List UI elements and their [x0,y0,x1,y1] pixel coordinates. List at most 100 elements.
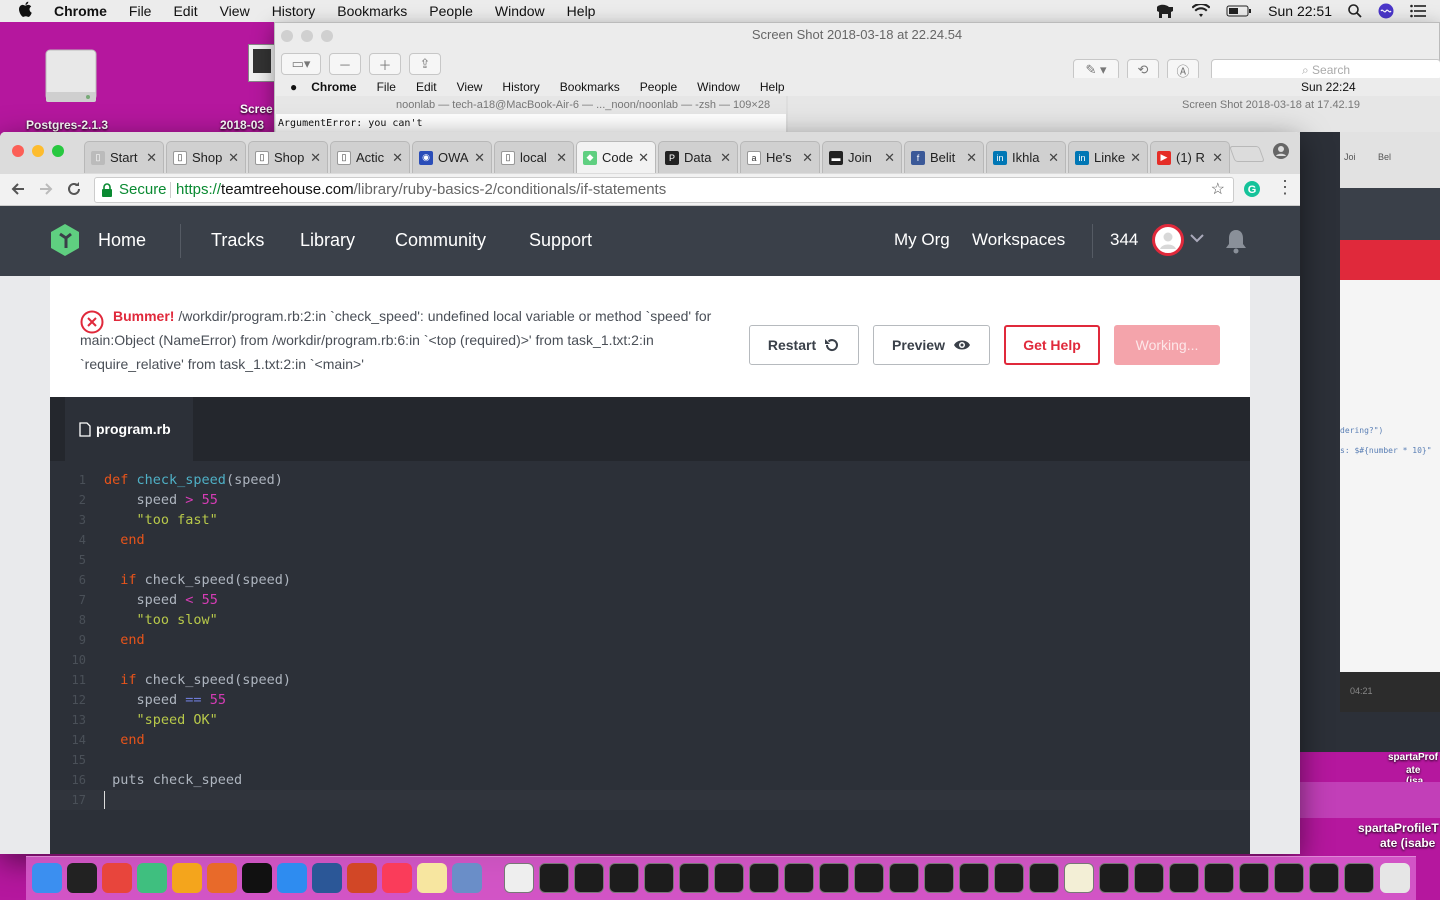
preview-close-button[interactable] [281,30,293,42]
pen-tool-icon[interactable] [207,863,237,893]
nav-home[interactable]: Home [98,230,146,251]
desktop-label-screenshot-1[interactable]: Scree [240,102,273,116]
screenshot-file-icon[interactable] [248,44,276,82]
zoom-out-icon[interactable]: － [329,53,361,75]
browser-tab[interactable]: ▶ (1) R ✕ [1150,141,1230,173]
code-editor[interactable]: program.rb 1 def check_speed(speed) 2 spee… [50,397,1250,854]
browser-tab[interactable]: in Linke ✕ [1068,141,1148,173]
grammarly-icon[interactable]: G [1244,181,1260,197]
code-line[interactable]: 5 [50,550,1250,570]
browser-tab[interactable]: ▯ local ✕ [494,141,574,173]
browser-tab[interactable]: P Data ✕ [658,141,738,173]
browser-tab[interactable]: ◆ Code ✕ [576,141,656,173]
menu-clock[interactable]: Sun 22:51 [1268,3,1332,19]
terminal-icon[interactable] [242,863,272,893]
browser-tab[interactable]: ◉ OWA ✕ [412,141,492,173]
minimize-window-button[interactable] [32,145,44,157]
minimized-window-thumbnail[interactable] [539,863,569,893]
minimized-window-thumbnail[interactable] [784,863,814,893]
new-tab-button[interactable] [1229,146,1265,162]
code-line[interactable]: 13 "speed OK" [50,710,1250,730]
disk-image-icon[interactable] [44,46,98,108]
bookmark-star-icon[interactable]: ☆ [1211,178,1225,202]
minimized-window-thumbnail[interactable] [1344,863,1374,893]
bell-icon[interactable] [1224,228,1248,254]
word-icon[interactable] [312,863,342,893]
menu-app-name[interactable]: Chrome [54,3,107,19]
minimized-window-thumbnail[interactable] [1169,863,1199,893]
tab-close-icon[interactable]: ✕ [146,150,157,166]
siri-icon[interactable] [1378,3,1394,19]
code-line[interactable]: 6 if check_speed(speed) [50,570,1250,590]
tab-close-icon[interactable]: ✕ [966,150,977,166]
get-help-button[interactable]: Get Help [1004,325,1100,365]
minimized-window-thumbnail[interactable] [924,863,954,893]
reload-icon[interactable] [66,181,82,197]
minimized-window-thumbnail[interactable] [819,863,849,893]
code-line[interactable]: 10 [50,650,1250,670]
nav-community[interactable]: Community [395,230,486,251]
code-line[interactable]: 17 [50,790,1250,810]
atom-icon[interactable] [137,863,167,893]
code-line[interactable]: 2 speed > 55 [50,490,1250,510]
notification-center-icon[interactable] [1410,4,1426,18]
finder-icon[interactable] [32,863,62,893]
minimized-window-thumbnail[interactable] [1099,863,1129,893]
restart-button[interactable]: Restart [749,325,859,365]
minimized-window-thumbnail[interactable] [1029,863,1059,893]
minimized-window-thumbnail[interactable] [1204,863,1234,893]
code-line[interactable]: 7 speed < 55 [50,590,1250,610]
url-field[interactable]: Secure https://teamtreehouse.com/library… [94,177,1234,203]
avatar[interactable] [1152,224,1184,256]
minimized-window-thumbnail[interactable] [889,863,919,893]
scrivener-icon[interactable] [67,863,97,893]
browser-tab[interactable]: ▯ Actic ✕ [330,141,410,173]
points-count[interactable]: 344 [1110,230,1138,250]
code-lines[interactable]: 1 def check_speed(speed) 2 speed > 55 3 "to… [50,470,1250,810]
file-tab-program-rb[interactable]: program.rb [65,397,193,461]
profile-icon[interactable] [1272,142,1290,160]
minimized-window-thumbnail[interactable] [574,863,604,893]
back-arrow-icon[interactable] [10,181,26,197]
tab-close-icon[interactable]: ✕ [474,150,485,166]
close-window-button[interactable] [12,145,24,157]
menu-help[interactable]: Help [567,3,596,19]
minimized-window-thumbnail[interactable] [959,863,989,893]
nav-my-org[interactable]: My Org [894,230,950,250]
browser-tab[interactable]: f Belit ✕ [904,141,984,173]
minimized-window-thumbnail[interactable] [854,863,884,893]
minimized-window-thumbnail[interactable] [994,863,1024,893]
tab-close-icon[interactable]: ✕ [1048,150,1059,166]
browser-tab[interactable]: a He's ✕ [740,141,820,173]
nav-support[interactable]: Support [529,230,592,251]
wifi-icon[interactable] [1192,4,1211,18]
menu-bookmarks[interactable]: Bookmarks [337,3,407,19]
code-line[interactable]: 1 def check_speed(speed) [50,470,1250,490]
nav-workspaces[interactable]: Workspaces [972,230,1065,250]
preview-button[interactable]: Preview [873,325,990,365]
code-line[interactable]: 4 end [50,530,1250,550]
minimized-window-thumbnail[interactable] [749,863,779,893]
tab-close-icon[interactable]: ✕ [392,150,403,166]
itunes-icon[interactable] [382,863,412,893]
tab-close-icon[interactable]: ✕ [638,150,649,166]
code-line[interactable]: 9 end [50,630,1250,650]
desktop-label-sparta-2b[interactable]: ate (isabe [1380,836,1435,850]
treehouse-logo-icon[interactable] [50,224,80,256]
menu-window[interactable]: Window [495,3,545,19]
minimized-window-thumbnail[interactable] [1309,863,1339,893]
tab-close-icon[interactable]: ✕ [1212,150,1223,166]
tab-close-icon[interactable]: ✕ [1130,150,1141,166]
browser-tab[interactable]: ▯ Shop ✕ [248,141,328,173]
preview-icon[interactable] [452,863,482,893]
sidebar-toggle-icon[interactable]: ▭▾ [281,53,321,75]
spotlight-search-icon[interactable] [1348,4,1362,18]
code-line[interactable]: 15 [50,750,1250,770]
notes-icon[interactable] [417,863,447,893]
browser-tab[interactable]: ▯ Shop ✕ [166,141,246,173]
minimized-window-thumbnail[interactable] [714,863,744,893]
minimized-window-thumbnail[interactable] [1239,863,1269,893]
tab-close-icon[interactable]: ✕ [556,150,567,166]
tab-close-icon[interactable]: ✕ [310,150,321,166]
minimized-window-thumbnail[interactable] [1134,863,1164,893]
